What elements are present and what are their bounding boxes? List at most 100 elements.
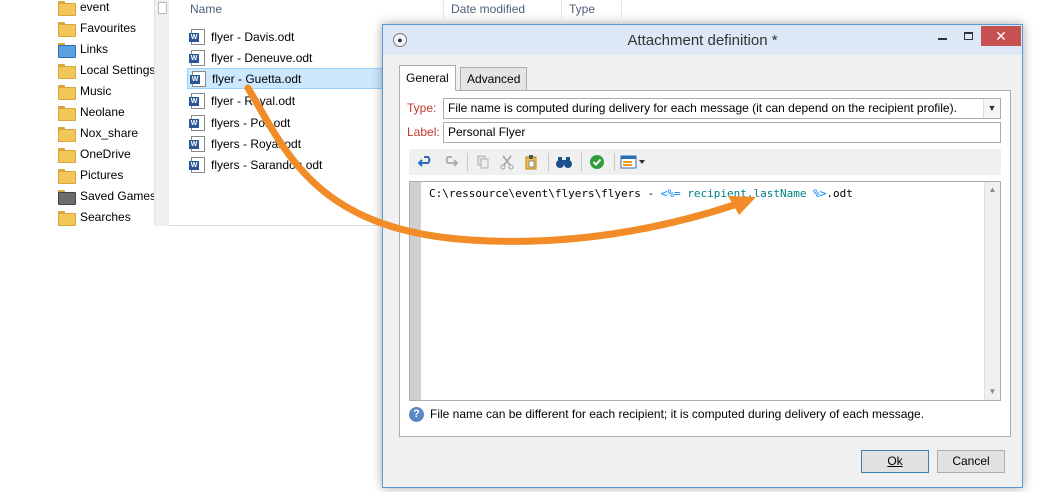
folder-icon (58, 147, 76, 163)
tab-advanced[interactable]: Advanced (460, 67, 528, 91)
file-name: flyer - Royal.odt (211, 93, 296, 108)
help-icon: ? (409, 406, 424, 422)
close-button[interactable]: ✕ (981, 26, 1021, 46)
nav-item-label: Favourites (80, 21, 137, 35)
toolbar-separator (548, 153, 549, 171)
type-dropdown[interactable]: File name is computed during delivery fo… (443, 98, 1001, 119)
nav-item-nox-share[interactable]: Nox_share (58, 123, 138, 143)
type-label: Type: (407, 101, 437, 115)
dialog-titlebar[interactable]: ● Attachment definition * ✕ (383, 25, 1022, 55)
nav-item-saved-games[interactable]: Saved Games (58, 186, 156, 206)
nav-item-label: OneDrive (80, 147, 131, 161)
undo-icon[interactable] (415, 151, 437, 173)
nav-item-music[interactable]: Music (58, 81, 111, 101)
paste-icon[interactable] (520, 151, 542, 173)
column-separator[interactable] (561, 0, 562, 18)
nav-item-label: Pictures (80, 168, 124, 182)
find-icon[interactable] (553, 151, 575, 173)
word-document-icon (189, 92, 205, 109)
chevron-down-icon[interactable]: ▼ (983, 99, 1000, 118)
file-row[interactable]: flyers - Poli.odt (187, 112, 382, 133)
nav-item-favourites[interactable]: Favourites (58, 18, 136, 38)
file-row[interactable]: flyers - Sarandon.odt (187, 154, 382, 175)
column-separator[interactable] (621, 0, 622, 18)
minimize-button[interactable] (929, 26, 955, 46)
ok-label: Ok (887, 454, 903, 468)
tab-general[interactable]: General (399, 65, 456, 91)
nav-item-links[interactable]: Links (58, 39, 108, 59)
nav-item-label: Links (80, 42, 109, 56)
column-header-name[interactable]: Name (190, 2, 222, 16)
dialog-title: Attachment definition * (627, 32, 778, 49)
code-expression: recipient.lastName (680, 187, 814, 200)
word-document-icon (189, 156, 205, 173)
nav-item-searches[interactable]: Searches (58, 207, 131, 227)
code-suffix-text: .odt (826, 187, 853, 200)
type-dropdown-value: File name is computed during delivery fo… (448, 101, 957, 115)
toolbar-separator (614, 153, 615, 171)
saved-games-folder-icon (58, 189, 76, 205)
maximize-icon (963, 32, 973, 40)
nav-item-neolane[interactable]: Neolane (58, 102, 125, 122)
cancel-label: Cancel (952, 454, 990, 468)
word-document-icon (189, 114, 205, 131)
scroll-up-icon[interactable]: ▲ (985, 182, 1000, 198)
column-header-type[interactable]: Type (569, 2, 595, 16)
nav-scrollbar-thumb[interactable] (158, 2, 167, 14)
label-input[interactable]: Personal Flyer (443, 122, 1001, 143)
nav-item-label: Nox_share (80, 126, 139, 140)
cut-icon[interactable] (496, 151, 518, 173)
editor-code[interactable]: C:\ressource\event\flyers\flyers - <%= r… (429, 187, 853, 200)
folder-icon (58, 63, 76, 79)
navigation-pane: event Favourites Links Local Settings Mu… (0, 0, 169, 226)
nav-item-label: Searches (80, 210, 131, 224)
word-document-icon (190, 70, 206, 87)
favourites-folder-icon (58, 21, 76, 37)
editor-gutter (410, 182, 421, 400)
insert-icon[interactable] (619, 151, 649, 173)
word-document-icon (189, 49, 205, 66)
minimize-icon (937, 38, 947, 40)
file-row[interactable]: flyer - Deneuve.odt (187, 47, 382, 68)
file-row[interactable]: flyer - Davis.odt (187, 26, 382, 47)
expression-editor[interactable]: C:\ressource\event\flyers\flyers - <%= r… (409, 181, 1001, 401)
folder-icon (58, 0, 76, 16)
file-name: flyer - Davis.odt (211, 29, 295, 44)
word-document-icon (189, 28, 205, 45)
nav-item-event[interactable]: event (58, 0, 109, 17)
file-name: flyer - Deneuve.odt (211, 50, 313, 65)
nav-item-label: Saved Games (80, 189, 157, 203)
file-name: flyers - Poli.odt (211, 115, 291, 130)
toolbar-separator (467, 153, 468, 171)
editor-toolbar (409, 149, 1001, 175)
cancel-button[interactable]: Cancel (937, 450, 1005, 473)
folder-icon (58, 168, 76, 184)
file-row[interactable]: flyer - Royal.odt (187, 90, 382, 111)
links-folder-icon (58, 42, 76, 58)
scroll-down-icon[interactable]: ▼ (985, 384, 1000, 400)
info-message: ? File name can be different for each re… (409, 405, 924, 423)
copy-icon[interactable] (472, 151, 494, 173)
file-row-selected[interactable]: flyer - Guetta.odt (187, 68, 383, 89)
column-header-date-modified[interactable]: Date modified (451, 2, 525, 16)
toolbar-separator (581, 153, 582, 171)
nav-scrollbar[interactable] (154, 0, 169, 226)
redo-icon[interactable] (439, 151, 461, 173)
nav-item-pictures[interactable]: Pictures (58, 165, 123, 185)
editor-scrollbar[interactable]: ▲ ▼ (984, 182, 1000, 400)
label-label: Label: (407, 125, 440, 139)
nav-item-label: Local Settings (80, 63, 156, 77)
column-separator[interactable] (443, 0, 444, 18)
nav-item-local-settings[interactable]: Local Settings (58, 60, 155, 80)
nav-item-onedrive[interactable]: OneDrive (58, 144, 131, 164)
folder-icon (58, 126, 76, 142)
word-document-icon (189, 135, 205, 152)
nav-item-label: Neolane (80, 105, 125, 119)
searches-folder-icon (58, 210, 76, 226)
ok-button[interactable]: Ok (861, 450, 929, 473)
validate-icon[interactable] (586, 151, 608, 173)
code-close-tag: %> (813, 187, 827, 200)
maximize-button[interactable] (955, 26, 981, 46)
close-icon: ✕ (995, 27, 1007, 44)
file-row[interactable]: flyers - Royal.odt (187, 133, 382, 154)
